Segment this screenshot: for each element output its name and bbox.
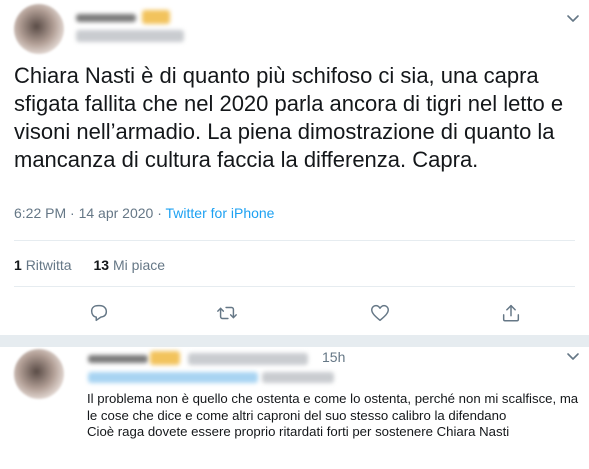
tweet-text: Chiara Nasti è di quanto più schifoso ci… [14, 63, 564, 172]
main-tweet: Chiara Nasti è di quanto più schifoso ci… [0, 0, 589, 340]
likes-label: Mi piace [112, 257, 166, 273]
reply-paragraph: Il problema non è quello che ostenta e c… [87, 391, 579, 423]
likes-count: 13 [93, 257, 110, 273]
reply-paragraph: Cioè raga dovete essere proprio ritardat… [87, 424, 510, 439]
retweet-button[interactable] [212, 298, 242, 328]
reply-button[interactable] [84, 298, 114, 328]
divider [14, 240, 575, 241]
divider [14, 286, 575, 287]
reply-to-blurred-2 [262, 372, 334, 383]
likes-stat[interactable]: 13 Mi piace [93, 257, 165, 273]
retweets-count: 1 [14, 257, 22, 273]
reply-text: Il problema non è quello che ostenta e c… [87, 391, 582, 441]
reply-author-name-blurred[interactable] [88, 355, 148, 363]
tweet-stats: 1 Ritwitta 13 Mi piace [14, 257, 183, 273]
retweet-icon [217, 306, 237, 320]
chevron-down-icon[interactable] [566, 350, 580, 364]
heart-icon [371, 304, 389, 322]
retweets-label: Ritwitta [25, 257, 72, 273]
reply-to-blurred [88, 372, 258, 383]
share-icon [502, 304, 520, 322]
author-name-blurred[interactable] [76, 14, 136, 22]
reply-author-handle-blurred [188, 353, 308, 365]
reply-author-badge-blurred [150, 351, 180, 365]
share-button[interactable] [496, 298, 526, 328]
avatar[interactable] [14, 349, 64, 399]
avatar[interactable] [14, 4, 64, 54]
chevron-down-icon[interactable] [566, 12, 580, 26]
tweet-time[interactable]: 6:22 PM [14, 205, 66, 221]
meta-separator: · [70, 205, 75, 221]
reply-time[interactable]: 15h [322, 349, 345, 365]
meta-separator: · [157, 205, 162, 221]
tweet-meta: 6:22 PM · 14 apr 2020 · Twitter for iPho… [14, 205, 274, 221]
tweet-source-link[interactable]: Twitter for iPhone [166, 205, 275, 221]
tweet-actions [0, 298, 589, 328]
like-button[interactable] [365, 298, 395, 328]
retweets-stat[interactable]: 1 Ritwitta [14, 257, 72, 273]
tweet-date[interactable]: 14 apr 2020 [79, 205, 154, 221]
author-handle-blurred [76, 30, 184, 42]
section-separator [0, 335, 589, 347]
author-badge-blurred [142, 10, 170, 24]
reply-icon [90, 304, 108, 322]
